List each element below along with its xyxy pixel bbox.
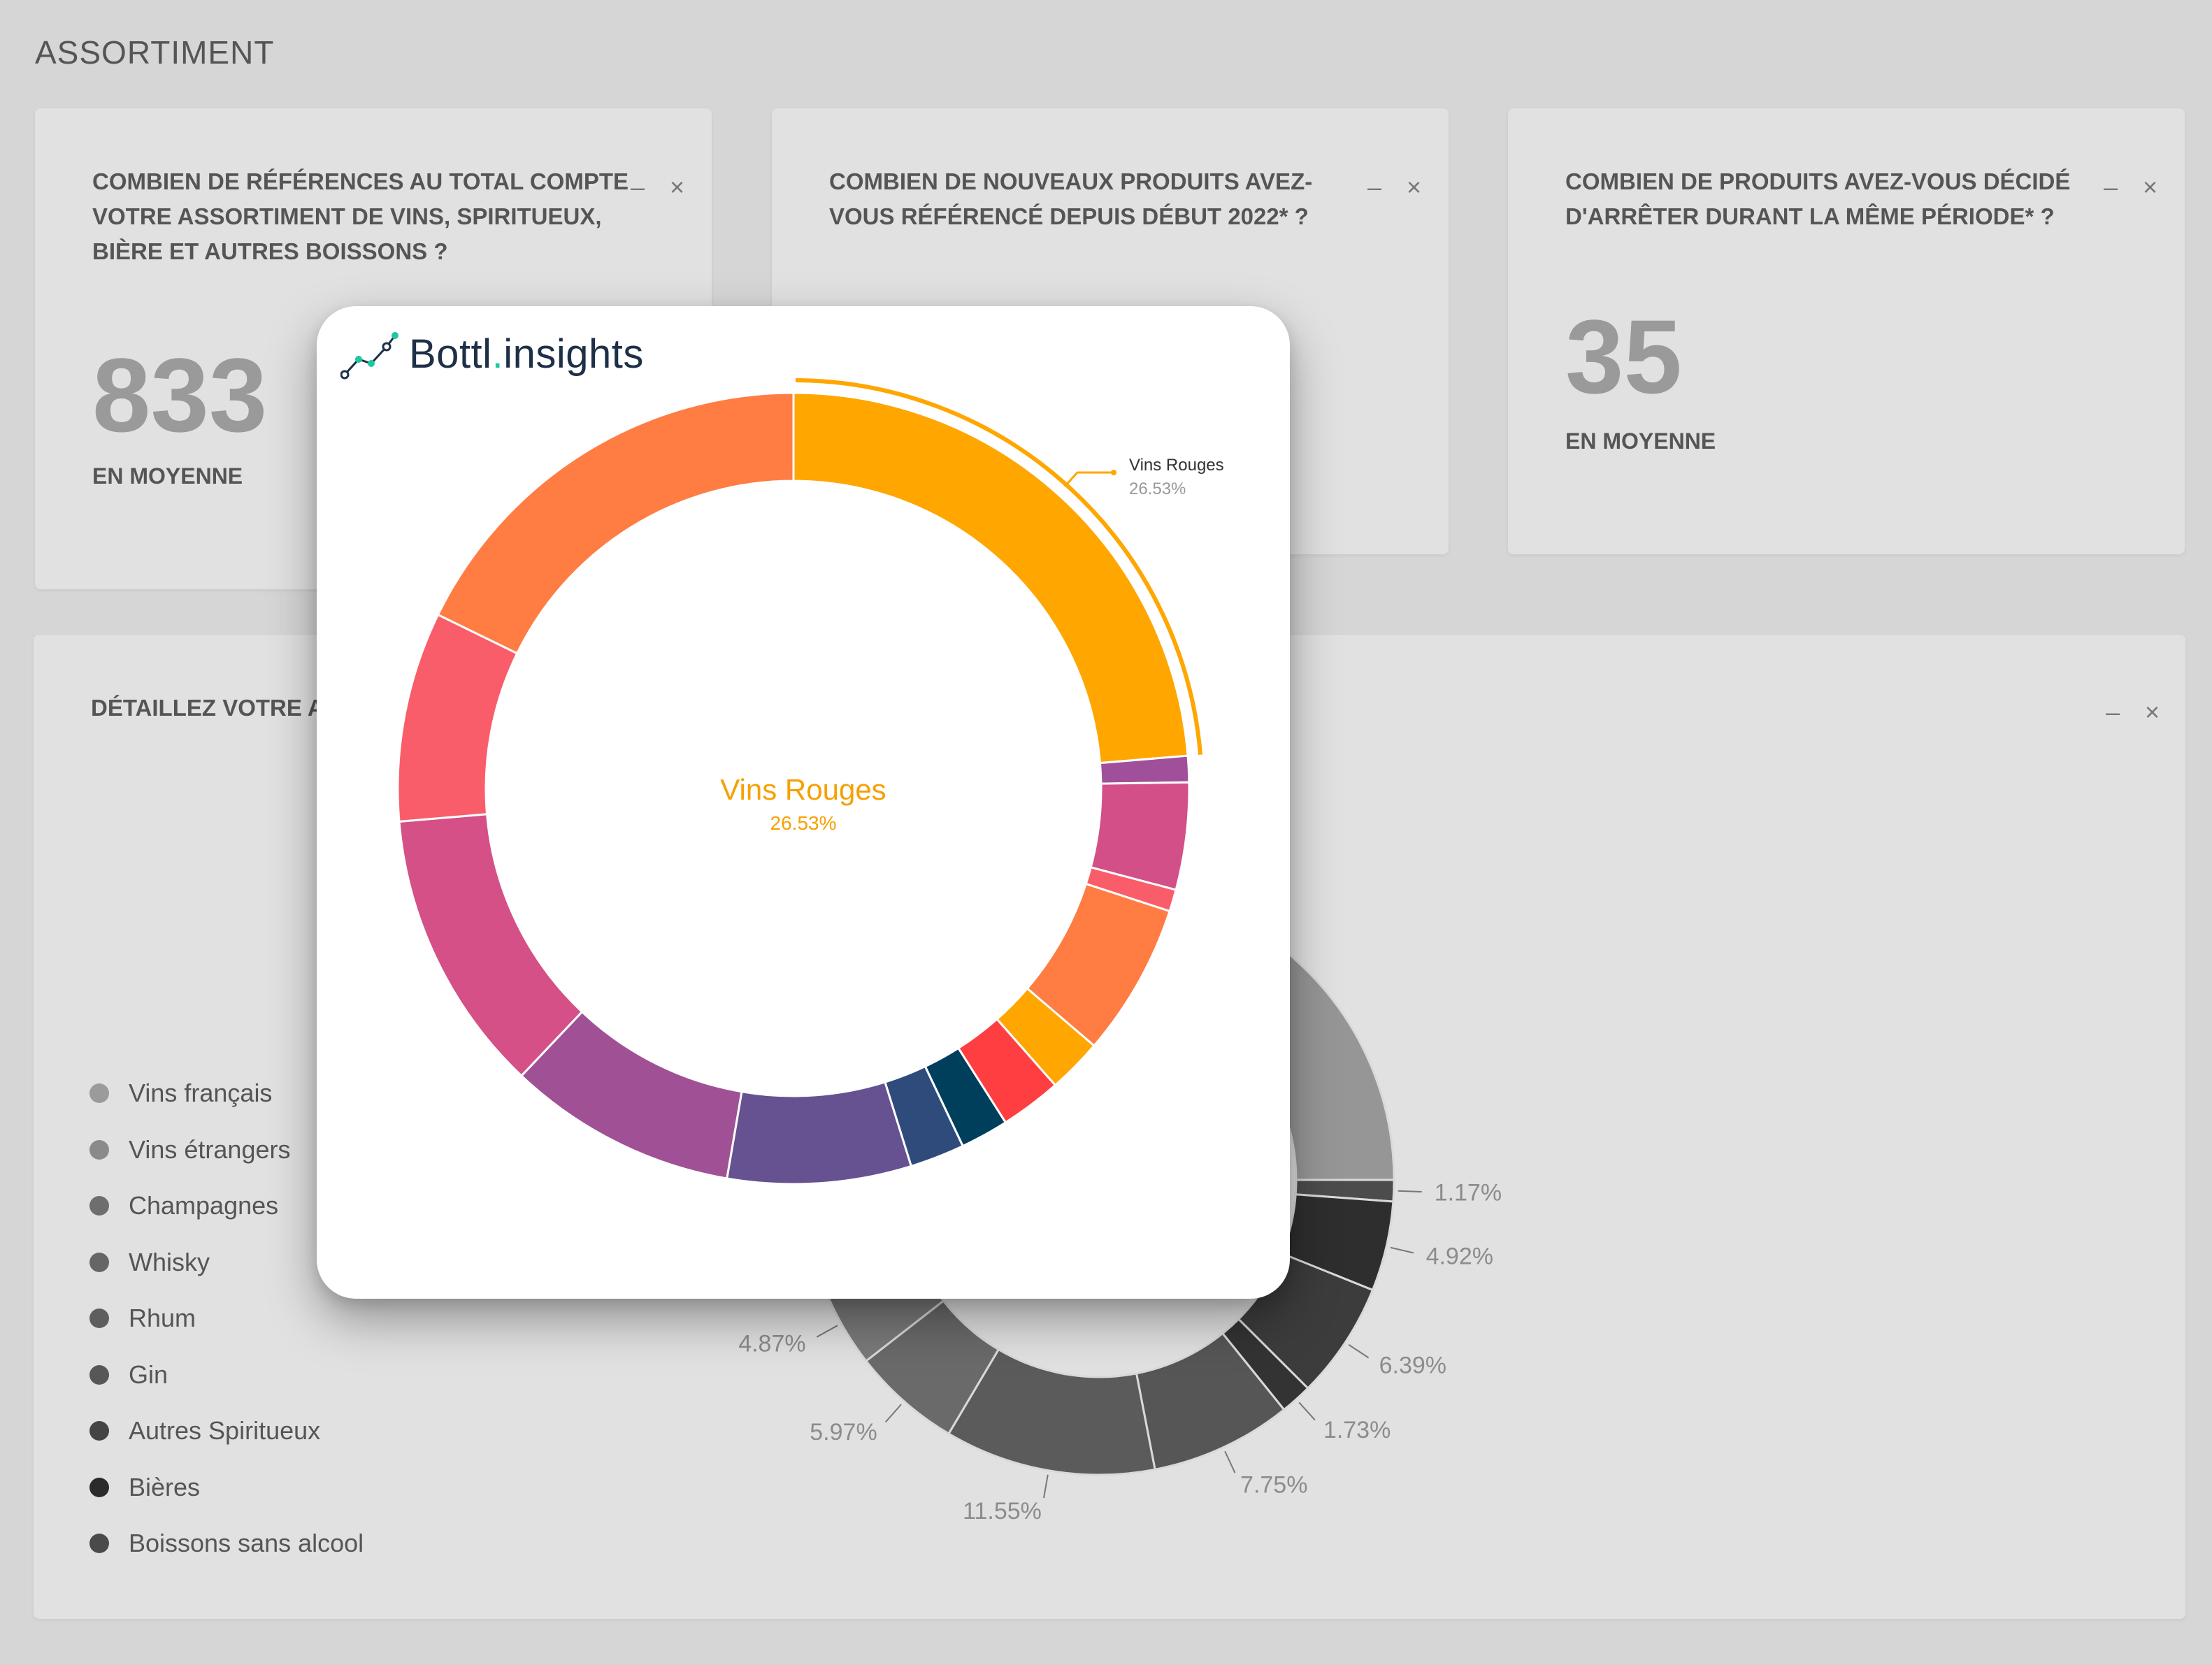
donut-slice[interactable] — [436, 391, 795, 655]
callout-value: 26.53% — [1129, 480, 1186, 498]
label-leader-line — [1348, 1343, 1370, 1359]
callout-dot — [1111, 470, 1116, 475]
label-leader-line — [1224, 1450, 1236, 1473]
bottl-insights-popup: Bottl.insights Vins Rouges 26.53% Vins R… — [317, 306, 1290, 1299]
center-label: Vins Rouges — [720, 773, 886, 806]
slice-percent-label: 1.17% — [1435, 1180, 1502, 1206]
slice-percent-label: 4.92% — [1426, 1244, 1493, 1270]
label-leader-line — [1390, 1246, 1414, 1254]
slice-percent-label: 7.75% — [1240, 1471, 1307, 1498]
slice-percent-label: 11.55% — [963, 1498, 1042, 1525]
callout-line — [1063, 471, 1114, 488]
callout-label: Vins Rouges — [1129, 456, 1224, 475]
label-leader-line — [884, 1404, 902, 1423]
center-value: 26.53% — [770, 812, 837, 834]
donut-slice[interactable] — [792, 391, 1189, 765]
slice-percent-label: 5.97% — [810, 1419, 877, 1446]
slice-percent-label: 1.73% — [1323, 1417, 1391, 1443]
label-leader-line — [1398, 1190, 1422, 1192]
label-leader-line — [1043, 1474, 1049, 1499]
slice-percent-label: 6.39% — [1379, 1352, 1446, 1378]
slice-percent-label: 4.87% — [738, 1330, 805, 1357]
label-leader-line — [1298, 1401, 1316, 1421]
donut-slice[interactable] — [726, 1081, 913, 1185]
donut-slice[interactable] — [398, 813, 584, 1078]
label-leader-line — [816, 1325, 838, 1338]
